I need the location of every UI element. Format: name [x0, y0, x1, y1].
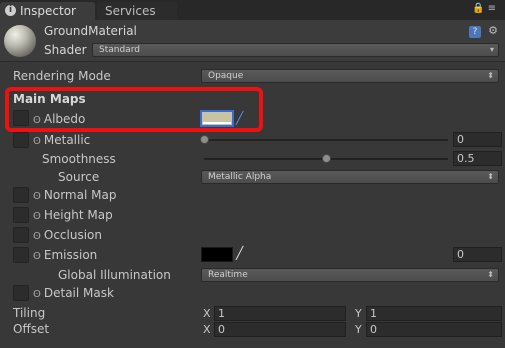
tab-bar: i Inspector Services 🔒≡ — [0, 0, 505, 20]
smoothness-slider-thumb[interactable] — [322, 154, 331, 163]
help-book-icon[interactable]: ? — [469, 26, 481, 38]
emission-row-label: ʘ Emission — [33, 248, 97, 262]
updown-arrows-icon: ⬍ — [487, 270, 494, 279]
metallic-row-label: ʘ Metallic — [33, 133, 90, 147]
offset-x-field[interactable]: 0 — [214, 322, 346, 337]
height-map-row-label: ʘ Height Map — [33, 208, 113, 222]
metallic-slider-thumb[interactable] — [200, 135, 209, 144]
header-icons: ? ⚙ — [463, 24, 499, 38]
shader-dropdown[interactable]: Standard ▾ — [92, 43, 499, 57]
smoothness-value-field[interactable]: 0.5 — [453, 151, 502, 166]
tab-services-label: Services — [105, 4, 156, 18]
metallic-value-field[interactable]: 0 — [453, 132, 502, 147]
tiling-x-field[interactable]: 1 — [214, 306, 346, 321]
info-icon: i — [5, 5, 16, 16]
global-illumination-label: Global Illumination — [58, 268, 171, 282]
source-dropdown[interactable]: Metallic Alpha ⬍ — [201, 170, 499, 184]
offset-y-label: Y — [355, 323, 362, 336]
tiling-y-field[interactable]: 1 — [366, 306, 502, 321]
metallic-label: Metallic — [43, 133, 91, 147]
tiling-label: Tiling — [13, 306, 46, 320]
dot-icon: ʘ — [33, 136, 41, 147]
detail-mask-label: Detail Mask — [43, 286, 114, 300]
occlusion-row-label: ʘ Occlusion — [33, 228, 102, 242]
tab-tools: 🔒≡ — [472, 3, 499, 14]
normal-map-label: Normal Map — [43, 188, 117, 202]
tiling-x-label: X — [203, 307, 211, 320]
detail-mask-texture-slot[interactable] — [13, 285, 29, 301]
updown-arrows-icon: ⬍ — [487, 71, 494, 80]
tiling-y-label: Y — [355, 307, 362, 320]
rendering-mode-value: Opaque — [208, 71, 244, 81]
dot-icon: ʘ — [33, 251, 41, 262]
dot-icon: ʘ — [33, 231, 41, 242]
metallic-slider-track[interactable] — [204, 139, 448, 141]
rendering-mode-label: Rendering Mode — [13, 69, 111, 83]
tab-services[interactable]: Services — [97, 2, 177, 20]
smoothness-label: Smoothness — [42, 152, 116, 166]
offset-label: Offset — [13, 322, 50, 336]
global-illumination-value: Realtime — [208, 270, 248, 280]
metallic-texture-slot[interactable] — [13, 132, 29, 148]
height-map-label: Height Map — [43, 208, 113, 222]
source-value: Metallic Alpha — [208, 172, 272, 182]
normal-map-row-label: ʘ Normal Map — [33, 188, 116, 202]
detail-mask-row-label: ʘ Detail Mask — [33, 286, 114, 300]
lock-icon[interactable]: 🔒 — [472, 3, 487, 14]
source-label: Source — [58, 170, 100, 184]
menu-icon[interactable]: ≡ — [488, 3, 499, 14]
occlusion-label: Occlusion — [43, 228, 102, 242]
emission-color-swatch[interactable] — [201, 247, 233, 262]
global-illumination-dropdown[interactable]: Realtime ⬍ — [201, 268, 499, 282]
height-map-texture-slot[interactable] — [13, 207, 29, 223]
material-preview-sphere — [4, 25, 36, 57]
shader-value: Standard — [99, 45, 140, 55]
dot-icon: ʘ — [33, 289, 41, 300]
offset-x-label: X — [203, 323, 211, 336]
tab-inspector[interactable]: i Inspector — [0, 2, 95, 20]
chevron-down-icon: ▾ — [489, 45, 494, 54]
dot-icon: ʘ — [33, 211, 41, 222]
rendering-mode-dropdown[interactable]: Opaque ⬍ — [201, 69, 499, 83]
dot-icon: ʘ — [33, 191, 41, 202]
tab-inspector-label: Inspector — [20, 4, 76, 18]
normal-map-texture-slot[interactable] — [13, 187, 29, 203]
emission-texture-slot[interactable] — [13, 247, 29, 263]
emission-label: Emission — [43, 248, 98, 262]
updown-arrows-icon: ⬍ — [487, 172, 494, 181]
material-header: GroundMaterial Shader Standard ▾ ? ⚙ — [0, 20, 505, 62]
occlusion-texture-slot[interactable] — [13, 227, 29, 243]
highlight-annotation-box — [5, 87, 263, 132]
gear-icon[interactable]: ⚙ — [487, 25, 499, 37]
offset-y-field[interactable]: 0 — [366, 322, 502, 337]
eyedropper-icon[interactable]: ╱ — [236, 246, 243, 260]
emission-value-field[interactable]: 0 — [453, 247, 502, 262]
material-name: GroundMaterial — [44, 24, 137, 38]
shader-label: Shader — [44, 43, 87, 57]
